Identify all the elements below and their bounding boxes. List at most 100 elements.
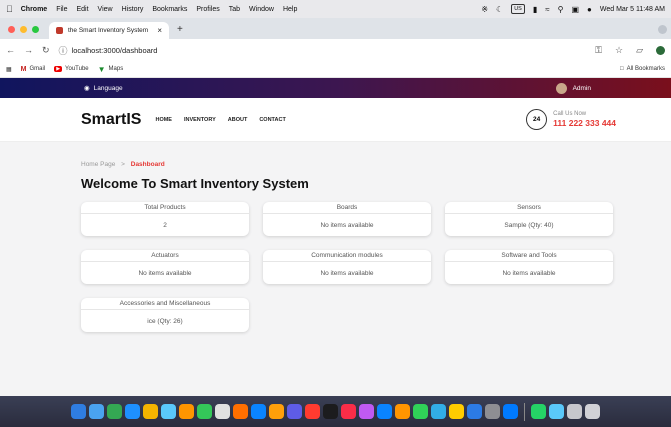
card-software-and-tools: Software and Tools No items available [445, 250, 613, 284]
dock-app-icon[interactable] [251, 404, 266, 419]
admin-menu[interactable]: Admin [555, 82, 591, 94]
menu-profiles[interactable]: Profiles [196, 6, 219, 13]
zoom-window-button[interactable] [32, 26, 39, 33]
back-arrow-icon[interactable]: ← [6, 45, 15, 55]
top-info-bar: ◉ Language Admin [0, 78, 671, 98]
dashboard-content: Home Page > Dashboard Welcome To Smart I… [0, 142, 671, 332]
keyboard-layout-badge[interactable]: US [511, 4, 525, 14]
toolbar-right-icons: ⚿ ☆ ▱ [595, 45, 665, 56]
menu-edit[interactable]: Edit [76, 6, 88, 13]
dock-app-icon[interactable] [71, 404, 86, 419]
nav-about[interactable]: ABOUT [228, 117, 248, 123]
menu-history[interactable]: History [122, 6, 144, 13]
site-info-icon[interactable]: ⓘ [59, 44, 68, 57]
profile-avatar-icon[interactable] [656, 45, 665, 55]
card-accessories: Accessories and Miscellaneous ice (Qty: … [81, 298, 249, 332]
menu-tab[interactable]: Tab [229, 6, 240, 13]
bookmark-star-icon[interactable]: ☆ [615, 45, 623, 56]
browser-tab-active[interactable]: the Smart Inventory System × [49, 22, 169, 39]
folder-icon: □ [620, 66, 624, 72]
dock-app-icon[interactable] [143, 404, 158, 419]
dock-app-icon[interactable] [341, 404, 356, 419]
dock-app-icon[interactable] [549, 404, 564, 419]
clock[interactable]: Wed Mar 5 11:48 AM [600, 6, 665, 13]
breadcrumb-home[interactable]: Home Page [81, 161, 115, 168]
dock-app-icon[interactable] [323, 404, 338, 419]
tab-title: the Smart Inventory System [68, 27, 149, 34]
dock-app-icon[interactable] [215, 404, 230, 419]
card-value: 2 [163, 221, 167, 229]
dock-app-icon[interactable] [161, 404, 176, 419]
apple-icon[interactable]:  [6, 4, 13, 14]
close-window-button[interactable] [8, 26, 15, 33]
breadcrumb: Home Page > Dashboard [81, 161, 671, 168]
dock-app-icon[interactable] [531, 404, 546, 419]
nav-home[interactable]: HOME [155, 117, 172, 123]
new-tab-icon[interactable]: + [169, 24, 183, 39]
moon-icon[interactable]: ☾ [496, 5, 503, 14]
reload-icon[interactable]: ↻ [42, 45, 50, 56]
all-bookmarks[interactable]: □ All Bookmarks [620, 66, 665, 72]
bookmark-maps[interactable]: ▼ Maps [98, 65, 124, 74]
call-us-label: Call Us Now [553, 111, 587, 117]
apps-grid-icon[interactable]: ▦ [6, 66, 12, 73]
nav-contact[interactable]: CONTACT [259, 117, 285, 123]
dock-app-icon[interactable] [125, 404, 140, 419]
bluetooth-icon[interactable]: ※ [481, 5, 488, 14]
all-bookmarks-label: All Bookmarks [626, 66, 665, 72]
site-logo[interactable]: SmartIS [81, 111, 141, 129]
card-title: Sensors [445, 202, 613, 214]
dock-app-icon[interactable] [395, 404, 410, 419]
dock-app-icon[interactable] [485, 404, 500, 419]
dock-app-icon[interactable] [359, 404, 374, 419]
dock-app-icon[interactable] [269, 404, 284, 419]
dock-app-icon[interactable] [585, 404, 600, 419]
globe-icon: ◉ [84, 85, 90, 92]
menu-window[interactable]: Window [249, 6, 274, 13]
minimize-window-button[interactable] [20, 26, 27, 33]
bookmark-youtube[interactable]: ▶ YouTube [54, 66, 89, 72]
control-center-icon[interactable]: ▣ [571, 5, 579, 14]
menu-bookmarks[interactable]: Bookmarks [152, 6, 187, 13]
status-icons: ※ ☾ US ▮ ≈ ⚲ ▣ ● Wed Mar 5 11:48 AM [481, 4, 665, 14]
dock-app-icon[interactable] [449, 404, 464, 419]
card-value: Sample (Qty: 40) [504, 221, 554, 229]
dock-app-icon[interactable] [89, 404, 104, 419]
phone-number[interactable]: 111 222 333 444 [553, 118, 616, 128]
menu-app-name[interactable]: Chrome [21, 6, 47, 13]
nav-inventory[interactable]: INVENTORY [184, 117, 216, 123]
dock-app-icon[interactable] [431, 404, 446, 419]
card-value: No items available [502, 269, 556, 277]
page-title: Welcome To Smart Inventory System [81, 176, 309, 191]
dock-app-icon[interactable] [503, 404, 518, 419]
spotlight-search-icon[interactable]: ⚲ [558, 5, 564, 14]
profile-circle-icon[interactable] [658, 25, 667, 34]
dock-app-icon[interactable] [467, 404, 482, 419]
url-input[interactable]: localhost:3000/dashboard [72, 46, 158, 55]
battery-icon[interactable]: ▮ [533, 5, 537, 14]
dock-app-icon[interactable] [179, 404, 194, 419]
extensions-puzzle-icon[interactable]: ▱ [636, 45, 643, 56]
dock-app-icon[interactable] [107, 404, 122, 419]
dock-app-icon[interactable] [197, 404, 212, 419]
dock-app-icon[interactable] [413, 404, 428, 419]
dock-app-icon[interactable] [567, 404, 582, 419]
site-header: SmartIS HOME INVENTORY ABOUT CONTACT 24 … [0, 98, 671, 142]
password-key-icon[interactable]: ⚿ [595, 45, 602, 56]
bookmark-gmail[interactable]: M Gmail [21, 66, 46, 73]
menu-file[interactable]: File [56, 6, 67, 13]
dock-app-icon[interactable] [377, 404, 392, 419]
card-actuators: Actuators No items available [81, 250, 249, 284]
siri-icon[interactable]: ● [587, 5, 592, 14]
menu-view[interactable]: View [98, 6, 113, 13]
tab-close-icon[interactable]: × [157, 26, 162, 35]
dock-app-icon[interactable] [305, 404, 320, 419]
call-us-box: 24 Call Us Now 111 222 333 444 [526, 109, 616, 130]
dock-app-icon[interactable] [287, 404, 302, 419]
card-title: Accessories and Miscellaneous [81, 298, 249, 310]
menu-help[interactable]: Help [283, 6, 297, 13]
dock-app-icon[interactable] [233, 404, 248, 419]
wifi-icon[interactable]: ≈ [545, 5, 549, 14]
forward-arrow-icon[interactable]: → [24, 45, 33, 55]
language-selector[interactable]: ◉ Language [84, 84, 123, 93]
